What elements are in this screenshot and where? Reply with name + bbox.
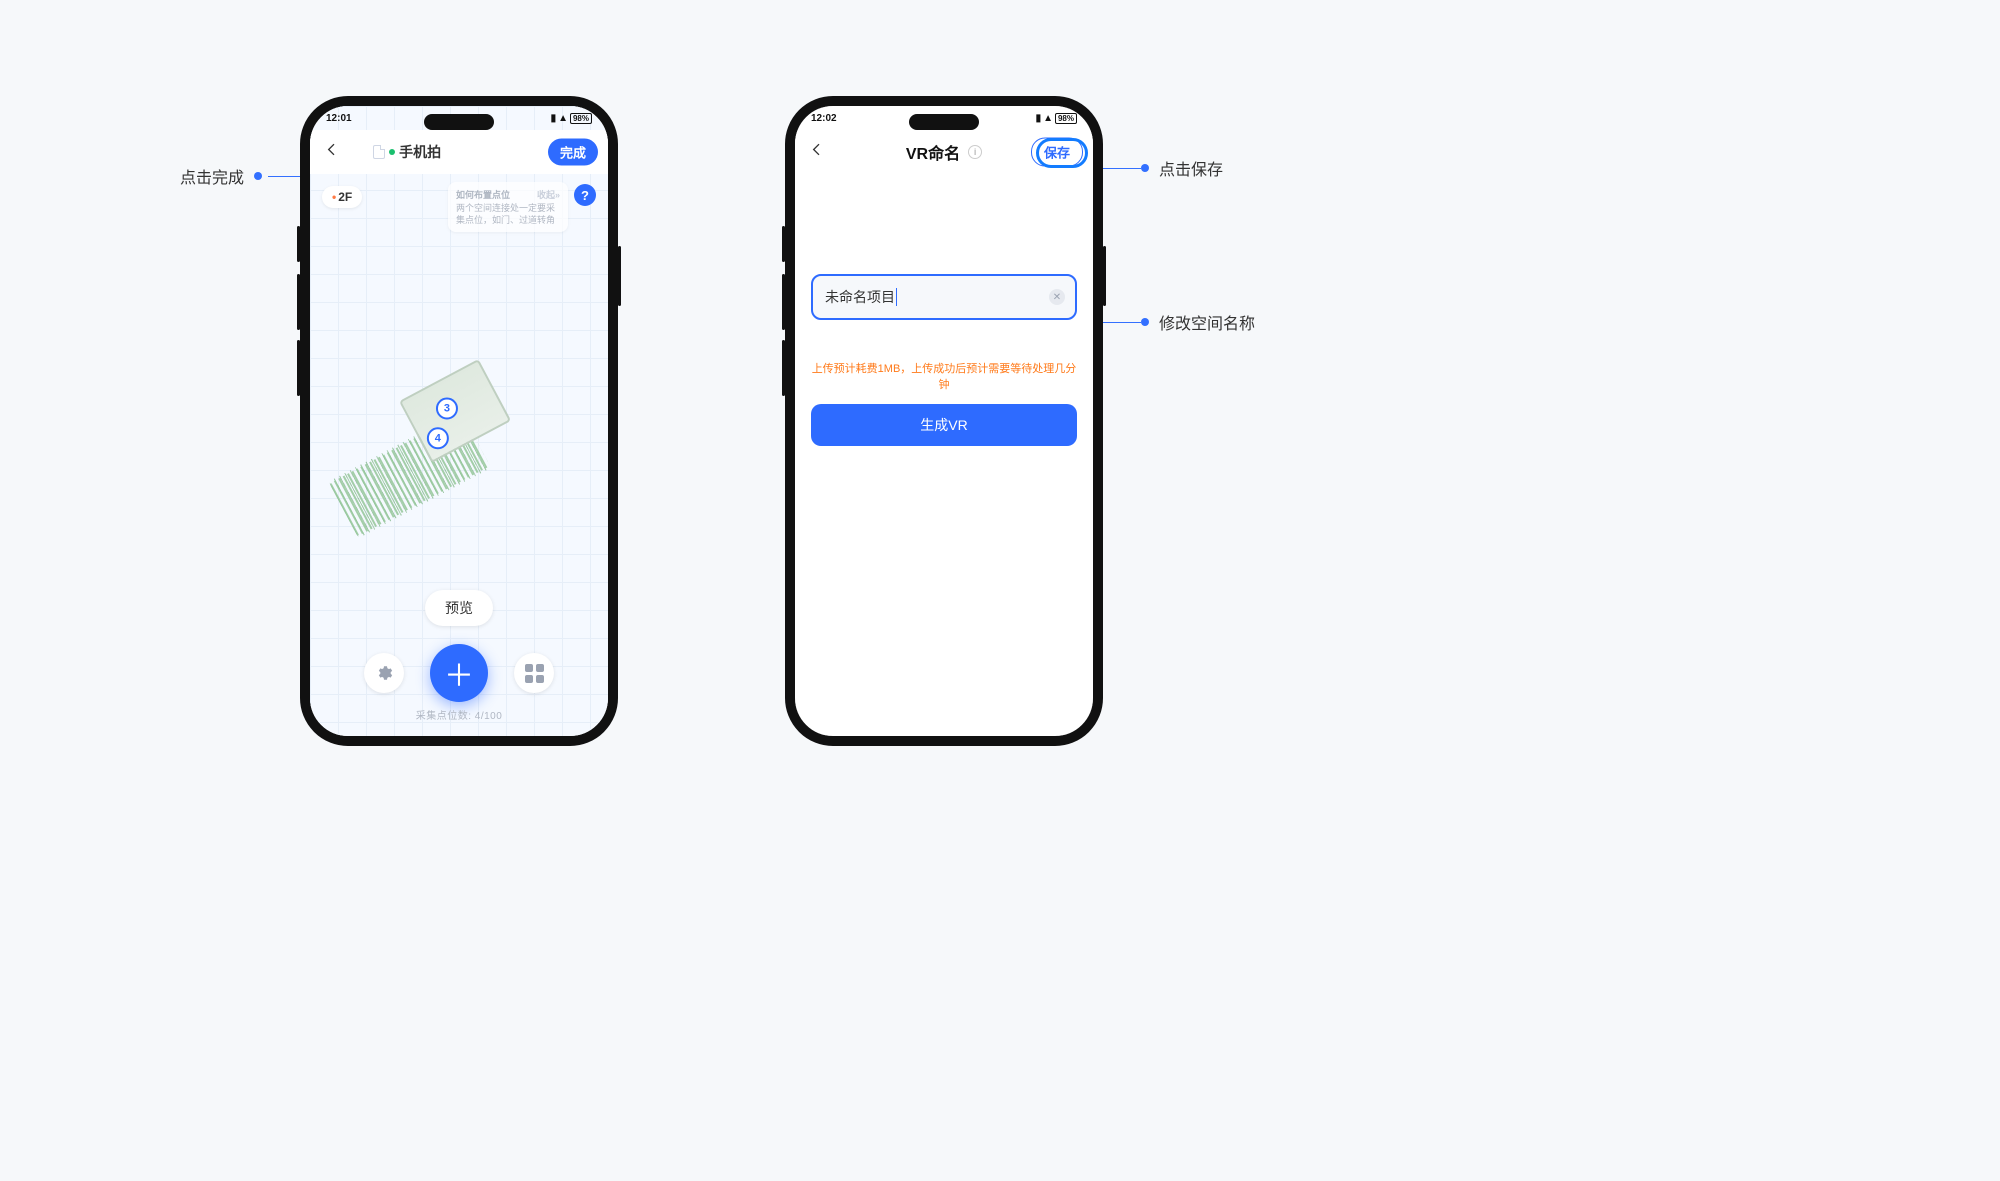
floor-selector[interactable]: •2F bbox=[322, 186, 362, 208]
back-button[interactable] bbox=[805, 137, 829, 168]
settings-button[interactable] bbox=[364, 653, 404, 693]
dot-icon bbox=[1141, 164, 1149, 172]
chevron-left-icon bbox=[324, 142, 340, 158]
hint-title: 如何布置点位 bbox=[456, 188, 510, 201]
status-time: 12:02 bbox=[811, 113, 837, 124]
status-icons: ▮ ▲ 98% bbox=[551, 113, 592, 124]
document-icon bbox=[373, 145, 385, 159]
phone-notch bbox=[909, 114, 979, 130]
close-icon: ✕ bbox=[1053, 292, 1061, 303]
callout-name: 修改空间名称 bbox=[1085, 310, 1255, 334]
plus-icon: ＋ bbox=[444, 651, 474, 695]
wifi-icon: ▲ bbox=[1043, 113, 1053, 124]
point-count-label: 采集点位数: 4/100 bbox=[310, 707, 608, 722]
add-point-button[interactable]: ＋ bbox=[430, 644, 488, 702]
question-icon: ? bbox=[581, 188, 589, 203]
navbar-capture: 手机拍 完成 bbox=[310, 130, 608, 174]
grid-button[interactable] bbox=[514, 653, 554, 693]
generate-vr-button[interactable]: 生成VR bbox=[811, 404, 1077, 446]
floor-dot-icon: • bbox=[332, 190, 336, 204]
phone-capture: 12:01 ▮ ▲ 98% 手机拍 完成 •2F bbox=[300, 96, 618, 746]
wifi-icon: ▲ bbox=[558, 113, 568, 124]
preview-button[interactable]: 预览 bbox=[425, 590, 493, 626]
hint-body: 两个空间连接处一定要采集点位，如门、过道转角 bbox=[456, 203, 560, 226]
generate-vr-label: 生成VR bbox=[920, 415, 967, 435]
dot-icon bbox=[1141, 318, 1149, 326]
grid-icon bbox=[525, 664, 544, 683]
chevron-left-icon bbox=[809, 142, 825, 158]
text-caret bbox=[896, 288, 897, 306]
title-group: 手机拍 bbox=[373, 142, 441, 162]
phone-notch bbox=[424, 114, 494, 130]
battery-icon: 98% bbox=[570, 113, 592, 124]
phone-naming: 12:02 ▮ ▲ 98% VR命名 i 保存 未命名项目 bbox=[785, 96, 1103, 746]
floor-label: 2F bbox=[338, 190, 352, 204]
info-icon[interactable]: i bbox=[968, 145, 982, 159]
status-time: 12:01 bbox=[326, 113, 352, 124]
page-title: 手机拍 bbox=[399, 142, 441, 162]
callout-save-label: 点击保存 bbox=[1159, 156, 1223, 180]
dot-icon bbox=[254, 172, 262, 180]
bottom-toolbar: ＋ bbox=[310, 644, 608, 702]
save-button[interactable]: 保存 bbox=[1031, 138, 1083, 167]
preview-label: 预览 bbox=[445, 600, 473, 616]
scan-point-4[interactable]: 4 bbox=[427, 427, 449, 449]
upload-hint: 上传预计耗费1MB，上传成功后预计需要等待处理几分钟 bbox=[811, 360, 1077, 392]
scan-point-3[interactable]: 3 bbox=[436, 398, 458, 420]
hint-collapse[interactable]: 收起» bbox=[537, 188, 560, 201]
battery-icon: 98% bbox=[1055, 113, 1077, 124]
back-button[interactable] bbox=[320, 137, 344, 168]
status-dot-icon bbox=[389, 149, 395, 155]
project-name-input[interactable]: 未命名项目 ✕ bbox=[811, 274, 1077, 320]
done-button[interactable]: 完成 bbox=[548, 139, 598, 166]
help-button[interactable]: ? bbox=[574, 184, 596, 206]
hint-card: 如何布置点位 收起» 两个空间连接处一定要采集点位，如门、过道转角 bbox=[448, 182, 568, 232]
callout-save: 点击保存 bbox=[1085, 156, 1223, 180]
callout-name-label: 修改空间名称 bbox=[1159, 310, 1255, 334]
callout-done-label: 点击完成 bbox=[180, 164, 244, 188]
signal-icon: ▮ bbox=[551, 113, 557, 124]
page-title-group: VR命名 i bbox=[906, 140, 982, 164]
page-title: VR命名 bbox=[906, 140, 960, 164]
navbar-naming: VR命名 i 保存 bbox=[795, 130, 1093, 174]
signal-icon: ▮ bbox=[1036, 113, 1042, 124]
status-icons: ▮ ▲ 98% bbox=[1036, 113, 1077, 124]
gear-icon bbox=[375, 664, 393, 682]
clear-input-button[interactable]: ✕ bbox=[1049, 289, 1065, 305]
project-name-value: 未命名项目 bbox=[825, 287, 895, 307]
